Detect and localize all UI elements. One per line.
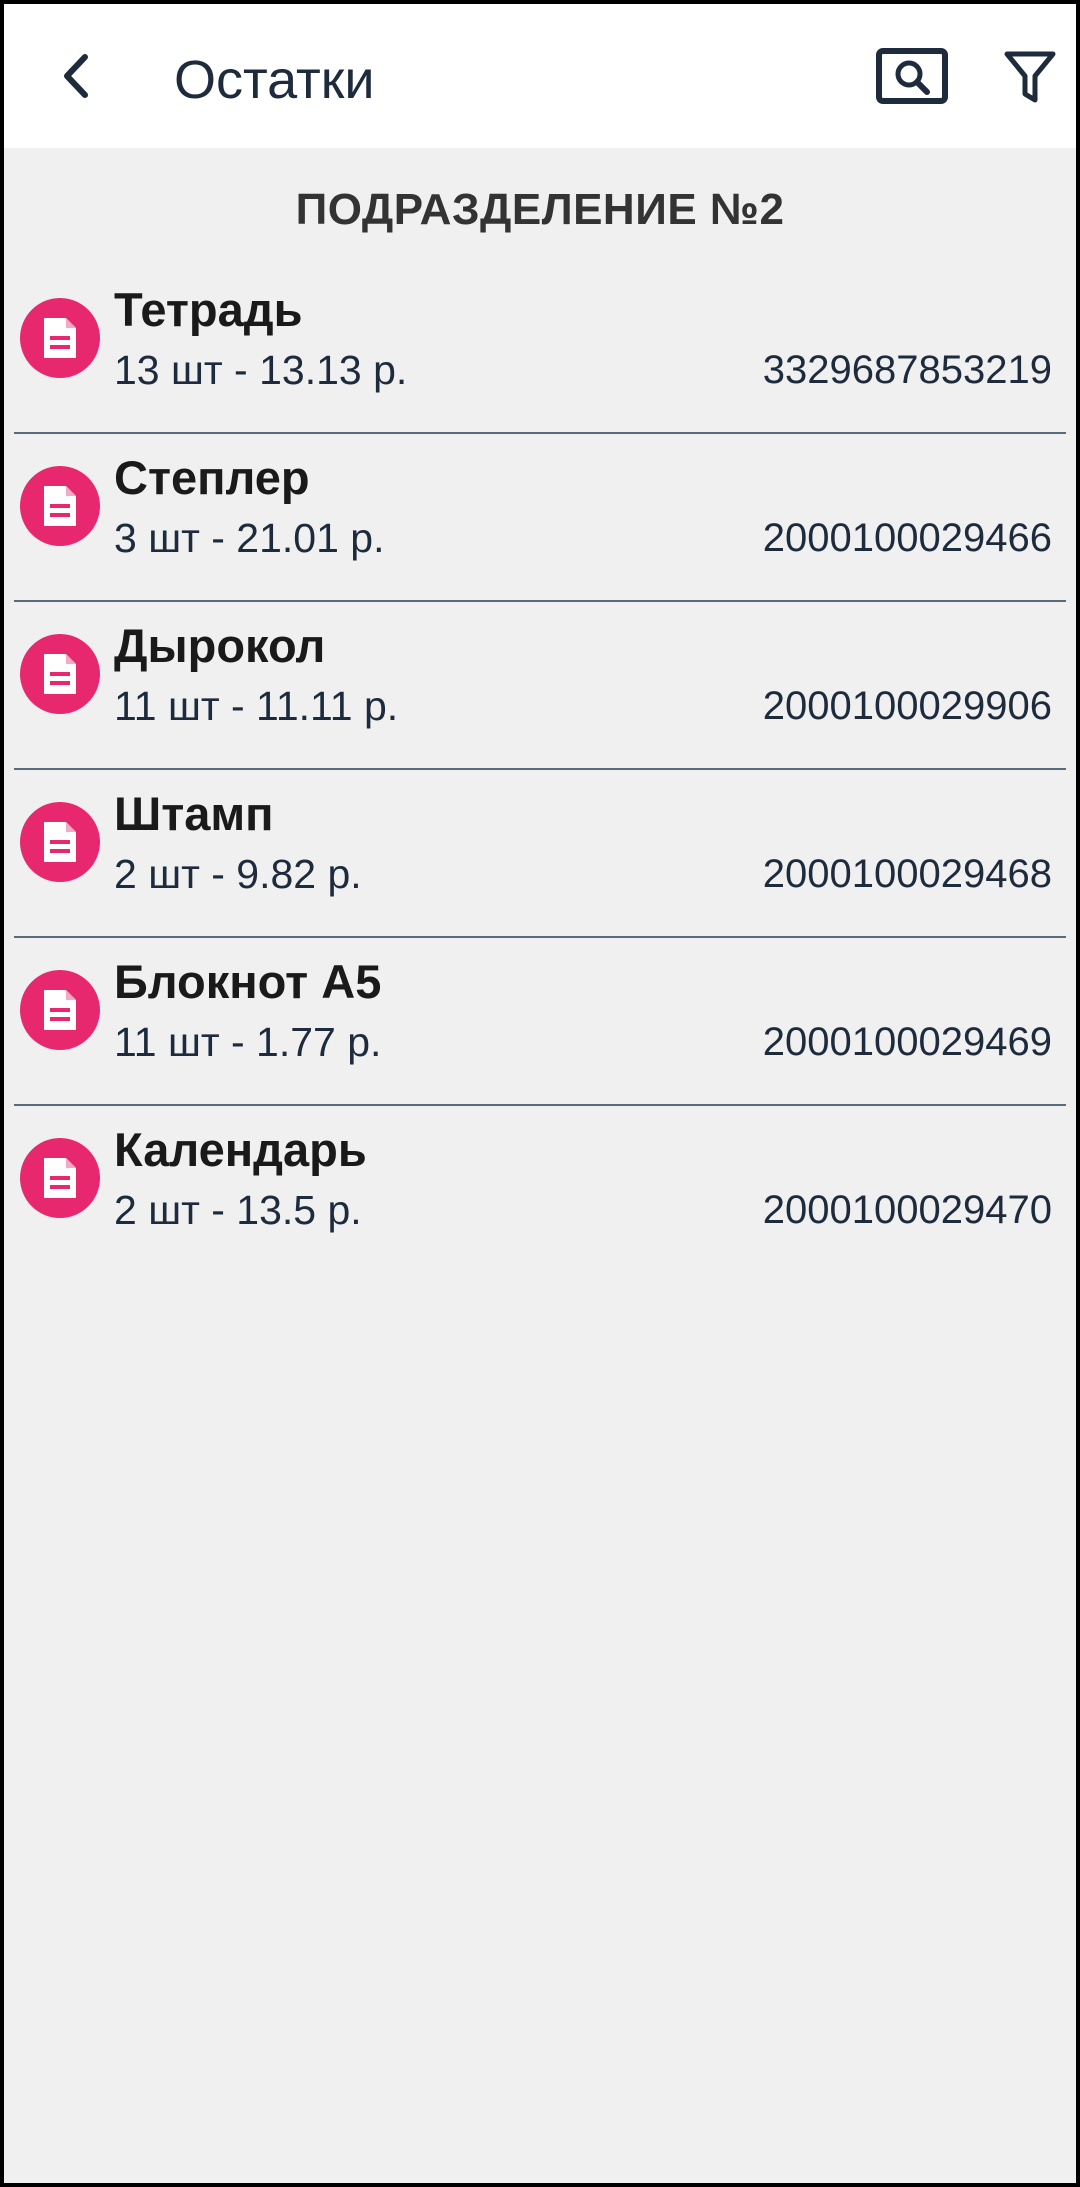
chevron-left-icon — [64, 54, 88, 98]
item-barcode: 2000100029470 — [762, 1188, 1052, 1232]
list-item[interactable]: Блокнот А5 11 шт - 1.77 р. 2000100029469 — [4, 938, 1076, 1106]
document-icon — [20, 802, 100, 882]
item-barcode: 2000100029906 — [762, 684, 1052, 728]
item-name: Блокнот А5 — [114, 955, 382, 1008]
item-quantity-price: 11 шт - 11.11 р. — [114, 683, 399, 729]
screen: Остатки ПОДРАЗДЕЛЕНИЕ №2 Тетрадь 13 шт -… — [4, 4, 1076, 2183]
item-quantity-price: 3 шт - 21.01 р. — [114, 515, 385, 561]
document-icon — [20, 466, 100, 546]
list-item[interactable]: Степлер 3 шт - 21.01 р. 2000100029466 — [4, 434, 1076, 602]
item-name: Тетрадь — [114, 283, 303, 336]
filter-button[interactable] — [1002, 48, 1058, 108]
item-quantity-price: 2 шт - 9.82 р. — [114, 851, 362, 897]
item-quantity-price: 11 шт - 1.77 р. — [114, 1019, 382, 1065]
item-quantity-price: 2 шт - 13.5 р. — [114, 1187, 362, 1233]
item-name: Дырокол — [114, 619, 326, 672]
item-barcode: 2000100029468 — [762, 852, 1052, 896]
item-barcode: 2000100029466 — [762, 516, 1052, 560]
search-icon — [876, 48, 948, 104]
page-title: Остатки — [174, 50, 375, 110]
document-icon — [20, 298, 100, 378]
app-bar: Остатки — [4, 4, 1076, 148]
document-icon — [20, 634, 100, 714]
document-icon — [20, 1138, 100, 1218]
filter-icon — [1004, 51, 1056, 103]
item-name: Штамп — [114, 787, 274, 840]
item-barcode: 2000100029469 — [762, 1020, 1052, 1064]
list-item[interactable]: Календарь 2 шт - 13.5 р. 2000100029470 — [4, 1106, 1076, 1274]
back-button[interactable] — [48, 44, 104, 108]
search-button[interactable] — [876, 48, 948, 108]
section-title: ПОДРАЗДЕЛЕНИЕ №2 — [295, 185, 785, 234]
list-item[interactable]: Дырокол 11 шт - 11.11 р. 2000100029906 — [4, 602, 1076, 770]
stock-list: Тетрадь 13 шт - 13.13 р. 3329687853219 С… — [4, 266, 1076, 1274]
list-item[interactable]: Штамп 2 шт - 9.82 р. 2000100029468 — [4, 770, 1076, 938]
document-icon — [20, 970, 100, 1050]
item-barcode: 3329687853219 — [762, 348, 1052, 392]
item-name: Календарь — [114, 1123, 367, 1176]
item-quantity-price: 13 шт - 13.13 р. — [114, 347, 408, 393]
list-item[interactable]: Тетрадь 13 шт - 13.13 р. 3329687853219 — [4, 266, 1076, 434]
item-name: Степлер — [114, 451, 310, 504]
